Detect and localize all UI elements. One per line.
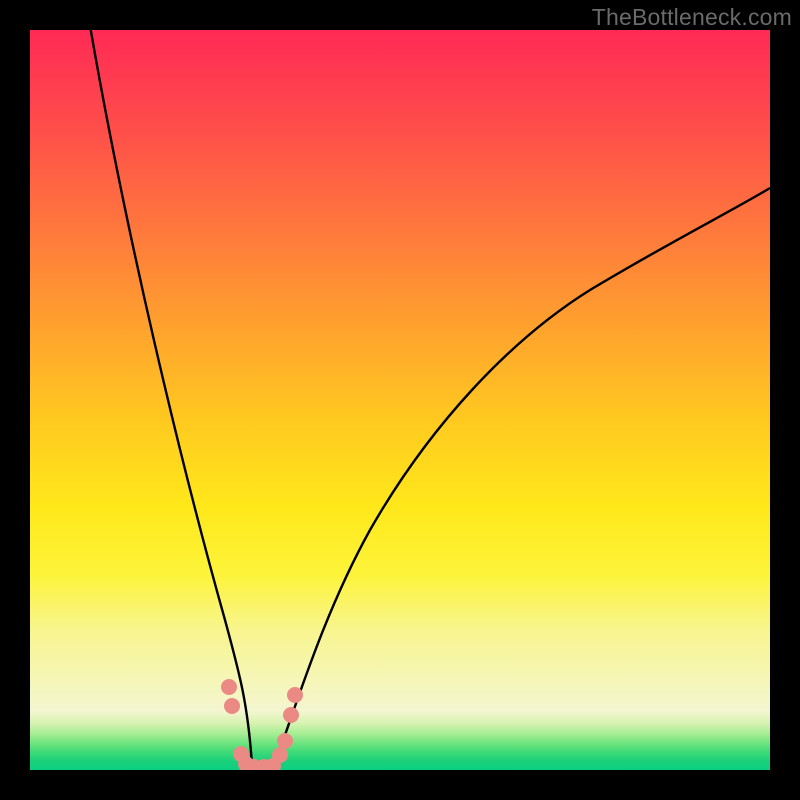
marker-right-cluster-top [287,687,303,703]
curve-svg [30,30,770,770]
marker-right-valley-1 [272,747,288,763]
curve-right-branch [274,188,770,765]
marker-right-valley-2 [277,733,293,749]
plot-area [30,30,770,770]
curve-left-branch [89,30,252,765]
marker-left-cluster-mid [224,698,240,714]
outer-frame: TheBottleneck.com [0,0,800,800]
marker-right-cluster-mid [283,707,299,723]
watermark-text: TheBottleneck.com [592,4,792,31]
marker-group [221,679,303,770]
marker-left-cluster-top [221,679,237,695]
